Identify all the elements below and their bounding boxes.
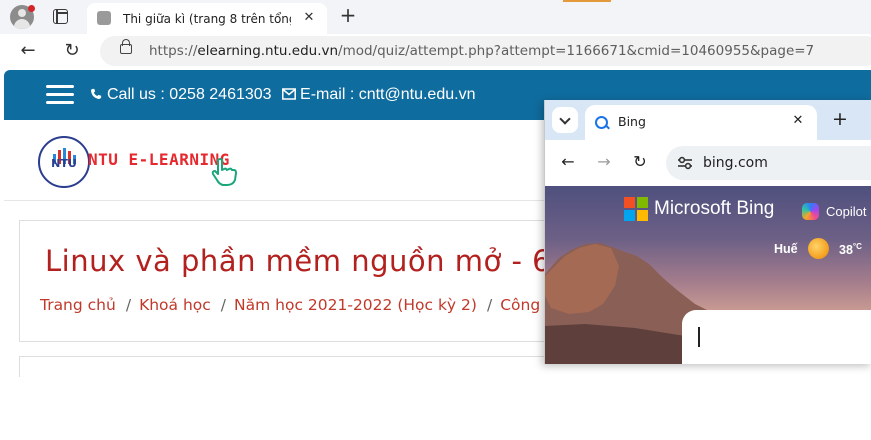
breadcrumb-separator: / — [486, 296, 493, 314]
breadcrumb-year[interactable]: Năm học 2021-2022 (Học kỳ 2) — [234, 296, 477, 314]
popup-toolbar: ← → ↻ bing.com — [545, 140, 871, 186]
forward-button[interactable]: → — [594, 152, 614, 172]
breadcrumb-department[interactable]: Công — [500, 296, 540, 314]
popup-tab-strip: Bing ✕ + — [545, 100, 871, 140]
reload-button[interactable]: ↻ — [61, 40, 83, 62]
lock-icon[interactable] — [120, 39, 132, 54]
back-button[interactable]: ← — [17, 40, 39, 62]
contact-info: Call us : 0258 2461303 E-mail : cntt@ntu… — [89, 85, 475, 105]
phone-label: Call us : 0258 2461303 — [107, 86, 272, 103]
close-tab-icon[interactable]: ✕ — [300, 9, 318, 27]
browser-tab-strip: Thi giữa kì (trang 8 trên tổng số 30) ✕ … — [0, 0, 871, 34]
close-tab-icon[interactable]: ✕ — [790, 113, 806, 129]
weather-temperature[interactable]: 38°C — [839, 242, 862, 257]
bing-homepage: Microsoft Bing Copilot Huế 38°C — [545, 186, 871, 364]
email-label[interactable]: E-mail : cntt@ntu.edu.vn — [300, 86, 475, 103]
hand-pointer-icon — [211, 158, 237, 186]
favicon-icon — [97, 11, 111, 25]
bing-brand[interactable]: Microsoft Bing — [654, 198, 774, 220]
tab-title: Thi giữa kì (trang 8 trên tổng số 30) — [123, 12, 291, 26]
breadcrumb-courses[interactable]: Khoá học — [139, 296, 211, 314]
back-button[interactable]: ← — [558, 152, 578, 172]
bing-browser-window: Bing ✕ + ← → ↻ bing.com Microsoft Bing C… — [544, 100, 871, 364]
sun-icon — [808, 238, 829, 259]
breadcrumb-home[interactable]: Trang chủ — [40, 296, 116, 314]
breadcrumb-separator: / — [125, 296, 132, 314]
text-cursor — [698, 327, 700, 347]
copilot-link[interactable]: Copilot — [826, 203, 866, 220]
tab-actions-icon[interactable] — [53, 9, 68, 24]
breadcrumb-separator: / — [220, 296, 227, 314]
window-accent — [563, 0, 611, 2]
new-tab-button[interactable]: + — [337, 4, 359, 26]
browser-tab-bing[interactable]: Bing ✕ — [585, 105, 817, 140]
envelope-icon — [282, 88, 296, 100]
phone-icon — [91, 88, 102, 99]
browser-toolbar: ← ↻ https://elearning.ntu.edu.vn/mod/qui… — [0, 34, 871, 68]
copilot-icon[interactable] — [802, 203, 819, 220]
reload-button[interactable]: ↻ — [630, 152, 650, 172]
browser-tab-quiz[interactable]: Thi giữa kì (trang 8 trên tổng số 30) ✕ — [87, 3, 327, 34]
url-text: bing.com — [703, 155, 768, 171]
weather-city[interactable]: Huế — [774, 242, 798, 256]
ntu-logo[interactable]: NTU — [38, 136, 90, 188]
tune-icon[interactable] — [676, 155, 694, 171]
search-icon — [595, 116, 608, 129]
breadcrumb: Trang chủ / Khoá học / Năm học 2021-2022 (Họ… — [40, 296, 540, 314]
tab-title: Bing — [618, 114, 646, 129]
address-bar[interactable]: https://elearning.ntu.edu.vn/mod/quiz/at… — [100, 36, 871, 66]
notification-dot — [28, 5, 35, 12]
chevron-down-icon[interactable] — [552, 107, 578, 133]
url-text: https://elearning.ntu.edu.vn/mod/quiz/at… — [149, 43, 815, 59]
microsoft-logo-icon[interactable] — [624, 197, 648, 221]
hamburger-icon[interactable] — [46, 85, 74, 105]
course-title: Linux và phần mềm nguồn mở - 61.C — [45, 244, 601, 278]
new-tab-button[interactable]: + — [830, 108, 850, 130]
address-bar[interactable]: bing.com — [666, 146, 871, 180]
search-input[interactable] — [682, 310, 871, 364]
logo-text: NTU — [51, 157, 77, 170]
